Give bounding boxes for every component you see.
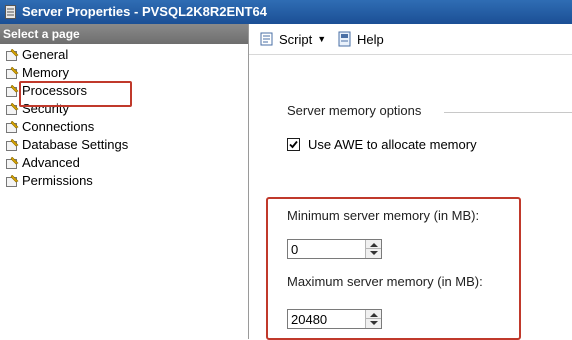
help-label: Help <box>357 31 384 47</box>
checkmark-icon <box>289 140 298 149</box>
toolbar: Script ▼ Help <box>249 24 572 55</box>
sidebar-item-label: Database Settings <box>22 137 129 152</box>
page-wrench-icon <box>6 157 19 169</box>
page-wrench-icon <box>6 67 19 79</box>
help-button[interactable]: Help <box>337 31 384 47</box>
title-bar: Server Properties - PVSQL2K8R2ENT64 <box>0 0 572 24</box>
page-wrench-icon <box>6 139 19 151</box>
sidebar-item-memory[interactable]: Memory <box>0 64 248 82</box>
sidebar-item-connections[interactable]: Connections <box>0 118 248 136</box>
sidebar-item-label: Permissions <box>22 173 93 188</box>
script-button[interactable]: Script ▼ <box>259 31 326 47</box>
group-label: Server memory options <box>287 103 422 118</box>
window-title: Server Properties - PVSQL2K8R2ENT64 <box>22 4 267 19</box>
sidebar-item-label: Memory <box>22 65 69 80</box>
help-icon <box>338 31 351 47</box>
page-selector-panel: Select a page General Memory Processors … <box>0 24 249 339</box>
page-wrench-icon <box>6 85 19 97</box>
chevron-down-icon[interactable]: ▼ <box>317 34 326 44</box>
page-wrench-icon <box>6 175 19 187</box>
awe-label: Use AWE to allocate memory <box>308 137 477 152</box>
awe-option[interactable]: Use AWE to allocate memory <box>287 137 477 152</box>
awe-checkbox[interactable] <box>287 138 300 151</box>
window-icon <box>5 5 16 19</box>
group-divider <box>444 112 572 113</box>
sidebar-item-label: Connections <box>22 119 95 134</box>
sidebar-item-label: General <box>22 47 69 62</box>
sidebar-item-permissions[interactable]: Permissions <box>0 172 248 190</box>
sidebar-header: Select a page <box>0 24 248 44</box>
sidebar-item-general[interactable]: General <box>0 46 248 64</box>
page-wrench-icon <box>6 121 19 133</box>
page-wrench-icon <box>6 49 19 61</box>
script-label: Script <box>279 31 313 47</box>
memory-settings-highlight-box <box>266 197 521 340</box>
memory-highlight-box <box>19 81 132 107</box>
page-wrench-icon <box>6 103 19 115</box>
sidebar-item-database-settings[interactable]: Database Settings <box>0 136 248 154</box>
script-icon <box>260 32 273 46</box>
sidebar-item-label: Advanced <box>22 155 80 170</box>
sidebar-item-advanced[interactable]: Advanced <box>0 154 248 172</box>
